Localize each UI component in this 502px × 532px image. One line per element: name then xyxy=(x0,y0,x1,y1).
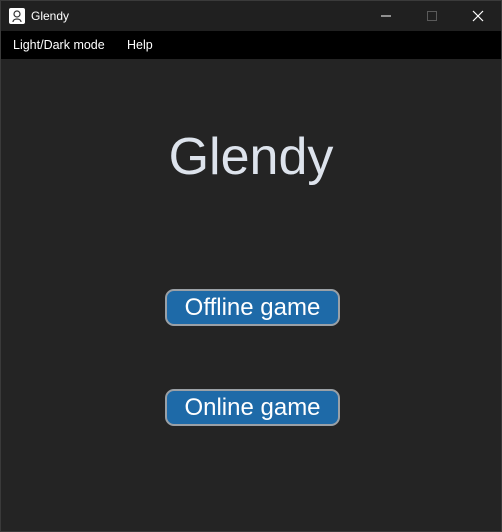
maximize-icon xyxy=(427,11,437,21)
title-bar[interactable]: Glendy xyxy=(1,1,501,31)
window-title: Glendy xyxy=(31,9,70,23)
menu-item-light-dark-mode[interactable]: Light/Dark mode xyxy=(13,38,105,52)
offline-game-button[interactable]: Offline game xyxy=(165,289,340,326)
online-game-button[interactable]: Online game xyxy=(165,389,340,426)
maximize-button[interactable] xyxy=(409,1,455,31)
minimize-button[interactable] xyxy=(363,1,409,31)
app-icon xyxy=(9,8,25,24)
app-window: Glendy Light/Dark mode Help Glendy Offli… xyxy=(0,0,502,532)
close-icon xyxy=(472,10,484,22)
app-title: Glendy xyxy=(168,128,334,186)
menu-item-help[interactable]: Help xyxy=(127,38,153,52)
close-button[interactable] xyxy=(455,1,501,31)
menu-bar: Light/Dark mode Help xyxy=(1,31,501,59)
minimize-icon xyxy=(381,15,391,17)
